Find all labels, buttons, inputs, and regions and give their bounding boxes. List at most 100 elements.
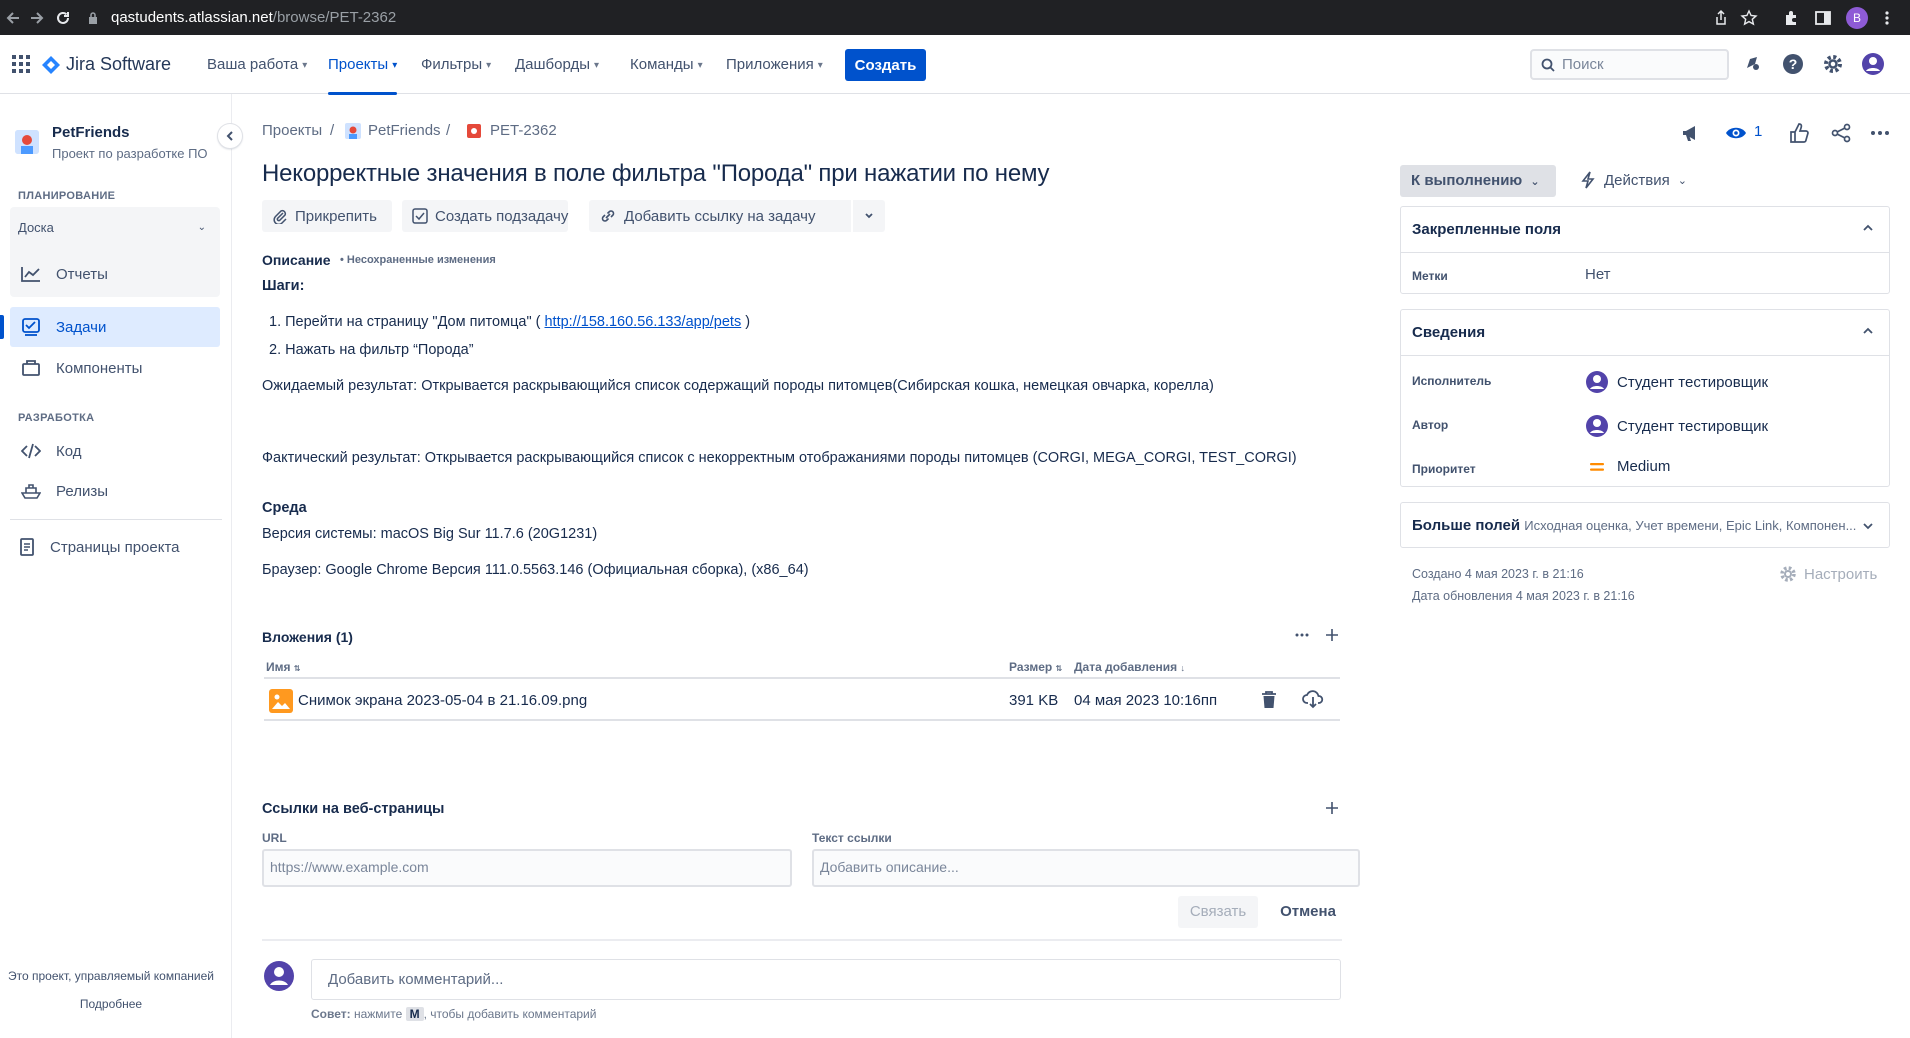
nav-your-work[interactable]: Ваша работа ▾ xyxy=(207,35,307,94)
description-label: Описание xyxy=(262,252,331,268)
create-subtask-button[interactable]: Создать подзадачу xyxy=(402,200,568,232)
side-panel-icon[interactable] xyxy=(1814,9,1832,27)
collapse-sidebar-button[interactable] xyxy=(218,124,242,148)
link-issue-button[interactable]: Добавить ссылку на задачу xyxy=(589,200,851,232)
reporter-name: Студент тестировщик xyxy=(1617,417,1769,435)
app-switcher-icon[interactable] xyxy=(12,55,30,73)
status-dropdown[interactable]: К выполнению ⌄ xyxy=(1400,165,1556,197)
subtask-icon xyxy=(412,208,428,224)
url-input[interactable]: https://www.example.com xyxy=(262,849,792,887)
feedback-megaphone-icon[interactable] xyxy=(1680,122,1702,144)
delete-trash-icon[interactable] xyxy=(1260,690,1278,710)
petfriends-project-icon xyxy=(345,123,361,139)
learn-more-link[interactable]: Подробнее xyxy=(0,997,222,1011)
labels-value[interactable]: Нет xyxy=(1585,266,1611,283)
reload-icon[interactable] xyxy=(54,9,72,27)
project-name[interactable]: PetFriends xyxy=(52,124,130,141)
assignee-label: Исполнитель xyxy=(1412,374,1492,388)
pinned-fields-panel: Закрепленные поля Метки Нет xyxy=(1400,206,1890,294)
browser-menu-icon[interactable] xyxy=(1878,9,1896,27)
col-size-header[interactable]: Размер ⇅ xyxy=(1009,660,1062,674)
breadcrumb-project[interactable]: PetFriends xyxy=(368,122,441,139)
sidebar-item-issues[interactable]: Задачи xyxy=(0,307,220,347)
breadcrumb-projects[interactable]: Проекты xyxy=(262,122,322,139)
nav-projects[interactable]: Проекты ▾ xyxy=(328,35,398,95)
more-fields-toggle[interactable]: Больше полей Исходная оценка, Учет време… xyxy=(1400,502,1890,548)
chevron-up-icon xyxy=(1863,327,1873,335)
chevron-up-icon xyxy=(1863,224,1873,232)
forward-icon[interactable] xyxy=(28,9,46,27)
watchers-count[interactable]: 1 xyxy=(1754,123,1762,140)
add-web-link-icon[interactable] xyxy=(1324,800,1340,816)
col-name-header[interactable]: Имя ⇅ xyxy=(266,660,301,674)
attachments-header: Вложения (1) xyxy=(262,629,353,645)
panel-title: Закрепленные поля xyxy=(1412,221,1562,238)
nav-filters[interactable]: Фильтры ▾ xyxy=(421,35,491,94)
labels-label: Метки xyxy=(1412,269,1448,283)
address-bar[interactable]: qastudents.atlassian.net/browse/PET-2362 xyxy=(111,0,396,35)
components-icon xyxy=(20,357,42,379)
sidebar-item-code[interactable]: Код xyxy=(10,431,220,471)
add-attachment-icon[interactable] xyxy=(1324,627,1340,643)
lock-icon[interactable] xyxy=(88,12,98,24)
breadcrumb-separator: / xyxy=(330,122,335,139)
actions-dropdown[interactable]: Действия ⌄ xyxy=(1580,171,1687,189)
more-actions-dropdown[interactable] xyxy=(853,200,885,232)
reporter-label: Автор xyxy=(1412,418,1449,432)
button-label: Прикрепить xyxy=(295,207,377,225)
breadcrumb-issue-key[interactable]: PET-2362 xyxy=(490,122,557,139)
link-text-input[interactable]: Добавить описание... xyxy=(812,849,1360,887)
step-link[interactable]: http://158.160.56.133/app/pets xyxy=(544,314,741,330)
sidebar-item-board[interactable]: Доска ⌄ xyxy=(10,214,220,240)
sidebar-item-releases[interactable]: Релизы xyxy=(10,471,220,511)
col-date-header[interactable]: Дата добавления ↓ xyxy=(1074,660,1185,674)
pinned-fields-header[interactable]: Закрепленные поля xyxy=(1401,207,1889,253)
nav-apps[interactable]: Приложения ▾ xyxy=(726,35,823,94)
planning-header: ПЛАНИРОВАНИЕ xyxy=(18,190,116,202)
sidebar-item-components[interactable]: Компоненты xyxy=(10,348,220,388)
assignee-value[interactable]: Студент тестировщик xyxy=(1585,370,1768,394)
reporter-value[interactable]: Студент тестировщик xyxy=(1585,414,1768,438)
cancel-button[interactable]: Отмена xyxy=(1268,896,1348,928)
more-options-icon[interactable] xyxy=(1870,122,1890,144)
back-icon[interactable] xyxy=(4,9,22,27)
priority-value[interactable]: Medium xyxy=(1585,458,1670,475)
like-thumb-icon[interactable] xyxy=(1788,122,1810,144)
search-input[interactable]: Поиск xyxy=(1530,49,1729,80)
notifications-icon[interactable] xyxy=(1740,51,1766,77)
settings-gear-icon[interactable] xyxy=(1820,51,1846,77)
profile-avatar[interactable]: B xyxy=(1846,7,1868,29)
download-cloud-icon[interactable] xyxy=(1302,689,1324,709)
attachment-filename[interactable]: Снимок экрана 2023-05-04 в 21.16.09.png xyxy=(298,692,587,709)
issue-title[interactable]: Некорректные значения в поле фильтра "По… xyxy=(262,160,1050,188)
sidebar-item-label: Отчеты xyxy=(56,265,108,283)
user-avatar-icon[interactable] xyxy=(1860,51,1886,77)
watch-eye-icon[interactable] xyxy=(1725,122,1747,144)
extensions-icon[interactable] xyxy=(1782,9,1800,27)
more-options-icon[interactable] xyxy=(1294,627,1310,643)
bookmark-star-icon[interactable] xyxy=(1740,9,1758,27)
chevron-down-icon: ▾ xyxy=(594,60,600,71)
column-label: Имя xyxy=(266,660,291,674)
step-text: ) xyxy=(741,314,751,330)
comment-input[interactable]: Добавить комментарий... xyxy=(311,959,1341,1000)
step-2: 2. Нажать на фильтр “Порода” xyxy=(269,342,474,358)
url-path: /browse/PET-2362 xyxy=(272,9,397,26)
nav-teams[interactable]: Команды ▾ xyxy=(630,35,703,94)
search-icon xyxy=(1541,58,1555,72)
link-button[interactable]: Связать xyxy=(1178,896,1258,928)
unsaved-changes-label: • Несохраненные изменения xyxy=(340,254,496,266)
jira-logo[interactable]: Jira Software xyxy=(42,54,171,75)
configure-button[interactable]: Настроить xyxy=(1778,564,1877,584)
help-icon[interactable]: ? xyxy=(1780,51,1806,77)
details-header[interactable]: Сведения xyxy=(1401,310,1889,356)
nav-dashboards[interactable]: Дашборды ▾ xyxy=(515,35,599,94)
create-button[interactable]: Создать xyxy=(845,49,926,81)
sidebar-item-project-pages[interactable]: Страницы проекта xyxy=(10,527,220,567)
sidebar-item-reports[interactable]: Отчеты xyxy=(10,254,220,294)
chevron-down-icon xyxy=(1863,522,1873,530)
share-icon[interactable] xyxy=(1830,122,1852,144)
attach-button[interactable]: Прикрепить xyxy=(262,200,392,232)
share-page-icon[interactable] xyxy=(1712,9,1730,27)
priority-name: Medium xyxy=(1617,458,1671,475)
